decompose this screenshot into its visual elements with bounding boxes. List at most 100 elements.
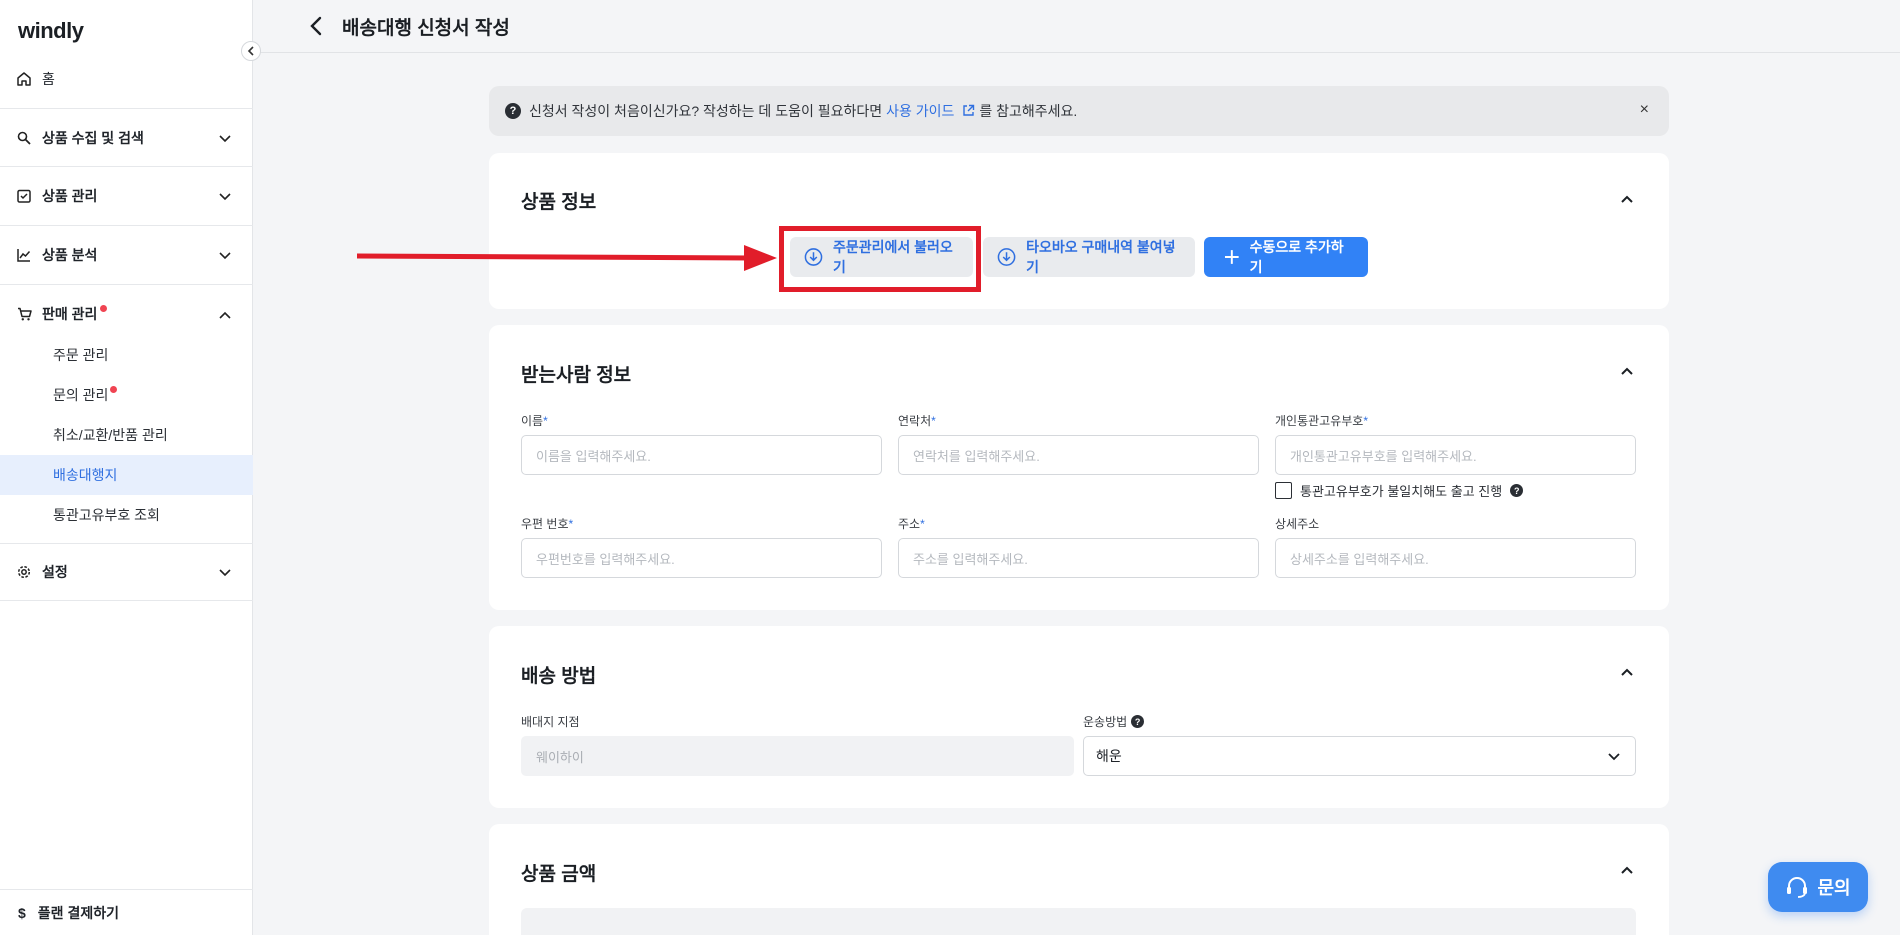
plan-payment-button[interactable]: $ 플랜 결제하기	[0, 889, 253, 935]
address-label-text: 주소	[898, 517, 921, 531]
customs-mismatch-checkbox[interactable]	[1275, 482, 1292, 499]
required-mark: *	[568, 517, 574, 531]
sidebar-item-inquiries[interactable]: 문의 관리	[0, 375, 253, 415]
sidebar-item-customs-lookup[interactable]: 통관고유부호 조회	[0, 495, 253, 535]
zip-label-text: 우편 번호	[521, 517, 569, 531]
zip-label: 우편 번호*	[521, 515, 573, 532]
sidebar-section-label: 판매 관리	[42, 304, 219, 324]
chevron-down-icon	[219, 188, 231, 204]
transport-method-select[interactable]: 해운	[1083, 736, 1636, 776]
customs-label-text: 개인통관고유부호	[1275, 414, 1364, 428]
dollar-icon: $	[18, 904, 26, 921]
sidebar-section-settings[interactable]: 설정	[0, 543, 253, 601]
customs-code-label: 개인통관고유부호*	[1275, 412, 1368, 429]
guide-notice: ? 신청서 작성이 처음이신가요? 작성하는 데 도움이 필요하다면 사용 가이…	[489, 86, 1669, 136]
chevron-down-icon	[219, 247, 231, 263]
sidebar-section-sales[interactable]: 판매 관리	[0, 284, 253, 342]
sidebar-item-forwarding[interactable]: 배송대행지	[0, 455, 253, 495]
required-mark: *	[931, 414, 936, 428]
cart-icon	[16, 306, 32, 322]
close-icon[interactable]: ×	[1640, 101, 1649, 119]
alert-dot	[100, 304, 108, 312]
sidebar-item-label: 홈	[42, 71, 55, 87]
chevron-down-icon	[219, 130, 231, 146]
sidebar-section-analysis[interactable]: 상품 분석	[0, 225, 253, 283]
phone-label: 연락처*	[898, 412, 936, 429]
sidebar-collapse-button[interactable]	[241, 41, 261, 61]
back-arrow-icon	[310, 16, 322, 36]
sidebar-section-label: 상품 관리	[42, 187, 98, 204]
sidebar-item-home[interactable]: 홈	[0, 62, 253, 96]
search-icon	[16, 130, 32, 146]
download-circle-icon	[997, 248, 1016, 266]
sidebar-item-label: 통관고유부호 조회	[53, 507, 160, 523]
required-mark: *	[543, 414, 548, 428]
sidebar-item-label: 문의 관리	[53, 387, 109, 403]
chevron-up-icon	[219, 306, 231, 322]
sidebar-item-returns[interactable]: 취소/교환/반품 관리	[0, 415, 253, 455]
plan-payment-label: 플랜 결제하기	[37, 904, 119, 921]
customs-code-input[interactable]: 개인통관고유부호를 입력해주세요.	[1275, 435, 1636, 475]
sidebar-item-label: 배송대행지	[53, 467, 118, 483]
transport-method-label: 운송방법 ?	[1083, 713, 1145, 730]
headset-icon	[1787, 877, 1808, 898]
branch-label: 배대지 지점	[521, 715, 580, 729]
home-icon	[16, 71, 32, 87]
help-icon[interactable]: ?	[1510, 484, 1524, 497]
user-guide-link-text: 사용 가이드	[886, 103, 955, 119]
user-guide-link[interactable]: 사용 가이드	[886, 101, 975, 121]
chevron-up-icon[interactable]	[1619, 862, 1635, 878]
sidebar-section-label: 상품 수집 및 검색	[42, 129, 144, 146]
notice-text-after: 를 참고해주세요.	[979, 103, 1078, 119]
customs-mismatch-option: 통관고유부호가 불일치해도 출고 진행 ?	[1275, 481, 1524, 500]
phone-input[interactable]: 연락처를 입력해주세요.	[898, 435, 1259, 475]
windly-logo[interactable]: windly	[18, 18, 84, 44]
name-label: 이름*	[521, 412, 548, 429]
zip-input[interactable]: 우편번호를 입력해주세요.	[521, 538, 882, 578]
required-mark: *	[920, 517, 925, 531]
help-icon[interactable]: ?	[1131, 715, 1145, 728]
chevron-down-icon	[1608, 753, 1620, 761]
sidebar-section-product-manage[interactable]: 상품 관리	[0, 166, 253, 224]
gear-icon	[16, 564, 32, 580]
sidebar: windly 홈 상품 수집 및 검색 상품 관리 상품 분석 판매 관리 주문…	[0, 0, 253, 935]
back-button[interactable]	[304, 14, 328, 38]
product-amount-card: 상품 금액	[489, 824, 1669, 935]
card-title: 상품 금액	[521, 864, 597, 885]
detail-address-input[interactable]: 상세주소를 입력해주세요.	[1275, 538, 1636, 578]
alert-dot	[110, 385, 118, 393]
address-input[interactable]: 주소를 입력해주세요.	[898, 538, 1259, 578]
amount-table-header	[521, 908, 1636, 935]
sidebar-section-label: 상품 분석	[42, 246, 98, 263]
card-title: 받는사람 정보	[521, 365, 632, 386]
chevron-up-icon[interactable]	[1619, 191, 1635, 207]
page-title: 배송대행 신청서 작성	[342, 17, 510, 39]
name-input[interactable]: 이름을 입력해주세요.	[521, 435, 882, 475]
sidebar-section-label: 설정	[42, 564, 68, 580]
external-link-icon	[963, 104, 975, 116]
sidebar-section-collect[interactable]: 상품 수집 및 검색	[0, 108, 253, 166]
address-label: 주소*	[898, 515, 925, 532]
branch-field: 웨이하이	[521, 736, 1074, 776]
product-info-card: 상품 정보 주문관리에서 불러오기 타오바오 구매내역 붙여넣기 수동으로 추가…	[489, 153, 1669, 309]
card-title: 상품 정보	[521, 192, 597, 213]
sales-label-text: 판매 관리	[42, 305, 98, 322]
chevron-up-icon[interactable]	[1619, 363, 1635, 379]
add-manually-button[interactable]: 수동으로 추가하기	[1204, 237, 1368, 277]
sidebar-item-label: 주문 관리	[53, 347, 109, 363]
phone-label-text: 연락처	[898, 414, 932, 428]
chevron-down-icon	[219, 564, 231, 580]
inquiry-button[interactable]: 문의	[1768, 862, 1868, 912]
detail-address-label: 상세주소	[1275, 517, 1320, 531]
inquiry-label: 문의	[1817, 878, 1851, 898]
annotation-highlight-box	[779, 226, 981, 292]
paste-taobao-button[interactable]: 타오바오 구매내역 붙여넣기	[983, 237, 1195, 277]
recipient-info-card: 받는사람 정보 이름* 이름을 입력해주세요. 연락처* 연락처를 입력해주세요…	[489, 325, 1669, 610]
select-value: 해운	[1096, 748, 1122, 764]
chevron-up-icon[interactable]	[1619, 664, 1635, 680]
annotation-arrow	[357, 245, 777, 271]
question-icon: ?	[505, 103, 521, 119]
sidebar-item-label: 취소/교환/반품 관리	[53, 427, 168, 443]
button-label: 타오바오 구매내역 붙여넣기	[1026, 239, 1176, 275]
sidebar-item-orders[interactable]: 주문 관리	[0, 335, 253, 375]
